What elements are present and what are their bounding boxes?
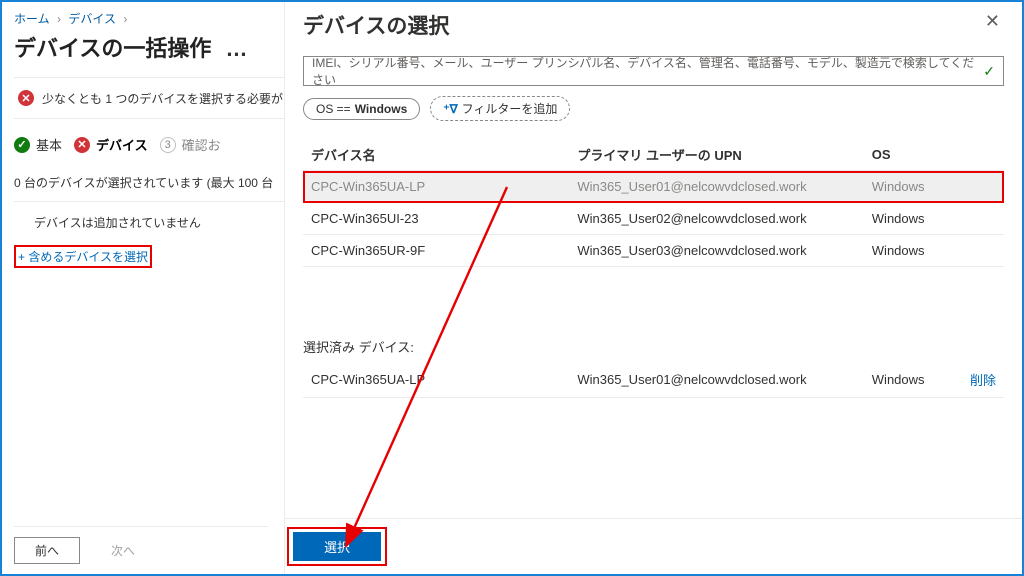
add-devices-link[interactable]: + 含めるデバイスを選択 (14, 245, 152, 268)
wizard-steps: ✓ 基本 ✕ デバイス 3 確認お (14, 135, 284, 154)
filter-os-label: OS == (316, 102, 351, 116)
step-confirm-label: 確認お (182, 135, 221, 154)
cell-name: CPC-Win365UA-LP (303, 171, 569, 203)
col-header-name[interactable]: デバイス名 (303, 139, 569, 171)
filter-row: OS == Windows ⁺∇ フィルターを追加 (303, 96, 1004, 121)
cell-name: CPC-Win365UA-LP (303, 362, 569, 398)
selected-count: 0 台のデバイスが選択されています (最大 100 台 (14, 174, 284, 202)
filter-add-label: フィルターを追加 (462, 100, 558, 117)
cell-os: Windows (864, 203, 1004, 235)
next-button: 次へ (90, 537, 156, 564)
table-row[interactable]: CPC-Win365UA-LP Win365_User01@nelcowvdcl… (303, 171, 1004, 203)
cell-upn: Win365_User03@nelcowvdclosed.work (569, 235, 863, 267)
page-title-text: デバイスの一括操作 (14, 36, 211, 61)
more-menu-icon[interactable]: … (217, 36, 247, 61)
selected-section-label: 選択済み デバイス: (303, 337, 1004, 356)
validation-alert: ✕ 少なくとも 1 つのデバイスを選択する必要があ (14, 77, 284, 119)
filter-os-value: Windows (355, 102, 408, 116)
empty-devices-msg: デバイスは追加されていません (14, 214, 284, 231)
selected-row-delete[interactable]: 削除 (948, 362, 1004, 398)
cell-os: Windows (864, 171, 1004, 203)
error-icon: ✕ (74, 137, 90, 153)
step-basic-label: 基本 (36, 135, 62, 154)
cell-os: Windows (864, 362, 948, 398)
blade-title: デバイスの選択 (303, 10, 449, 40)
breadcrumb-home[interactable]: ホーム (14, 12, 50, 26)
wizard-footer: 前へ 次へ (14, 526, 268, 564)
error-icon: ✕ (18, 90, 34, 106)
device-select-blade: デバイスの選択 ✕ IMEI、シリアル番号、メール、ユーザー プリンシパル名、デ… (284, 2, 1022, 574)
cell-upn: Win365_User01@nelcowvdclosed.work (569, 362, 863, 398)
step-confirm[interactable]: 3 確認お (160, 135, 221, 154)
check-icon: ✓ (14, 137, 30, 153)
search-input[interactable]: IMEI、シリアル番号、メール、ユーザー プリンシパル名、デバイス名、管理名、電… (303, 56, 1004, 86)
step-device-label: デバイス (96, 135, 148, 154)
breadcrumb-sep: › (53, 12, 65, 26)
step-basic[interactable]: ✓ 基本 (14, 135, 62, 154)
left-pane: ホーム › デバイス › デバイスの一括操作 … ✕ 少なくとも 1 つのデバイ… (2, 2, 284, 574)
col-header-upn[interactable]: プライマリ ユーザーの UPN (569, 139, 863, 171)
close-icon[interactable]: ✕ (981, 8, 1004, 34)
selected-device-table: CPC-Win365UA-LP Win365_User01@nelcowvdcl… (303, 362, 1004, 398)
table-row[interactable]: CPC-Win365UI-23 Win365_User02@nelcowvdcl… (303, 203, 1004, 235)
check-icon: ✓ (983, 63, 995, 80)
breadcrumb: ホーム › デバイス › (14, 10, 284, 27)
cell-name: CPC-Win365UI-23 (303, 203, 569, 235)
col-header-os[interactable]: OS (864, 139, 1004, 171)
cell-os: Windows (864, 235, 1004, 267)
table-row[interactable]: CPC-Win365UA-LP Win365_User01@nelcowvdcl… (303, 362, 1004, 398)
prev-button[interactable]: 前へ (14, 537, 80, 564)
cell-name: CPC-Win365UR-9F (303, 235, 569, 267)
breadcrumb-sep: › (119, 12, 131, 26)
page-title: デバイスの一括操作 … (14, 31, 284, 63)
alert-text: 少なくとも 1 つのデバイスを選択する必要があ (42, 90, 284, 107)
breadcrumb-devices[interactable]: デバイス (68, 12, 116, 26)
step-device[interactable]: ✕ デバイス (74, 135, 148, 154)
device-table: デバイス名 プライマリ ユーザーの UPN OS CPC-Win365UA-LP… (303, 139, 1004, 267)
cell-upn: Win365_User01@nelcowvdclosed.work (569, 171, 863, 203)
table-row[interactable]: CPC-Win365UR-9F Win365_User03@nelcowvdcl… (303, 235, 1004, 267)
cell-upn: Win365_User02@nelcowvdclosed.work (569, 203, 863, 235)
filter-add-icon: ⁺∇ (443, 102, 457, 116)
os-filter-pill[interactable]: OS == Windows (303, 98, 420, 120)
add-filter-pill[interactable]: ⁺∇ フィルターを追加 (430, 96, 570, 121)
select-button[interactable]: 選択 (293, 532, 381, 561)
search-placeholder: IMEI、シリアル番号、メール、ユーザー プリンシパル名、デバイス名、管理名、電… (312, 54, 983, 88)
blade-footer: 選択 (285, 518, 1022, 574)
step-number-icon: 3 (160, 137, 176, 153)
